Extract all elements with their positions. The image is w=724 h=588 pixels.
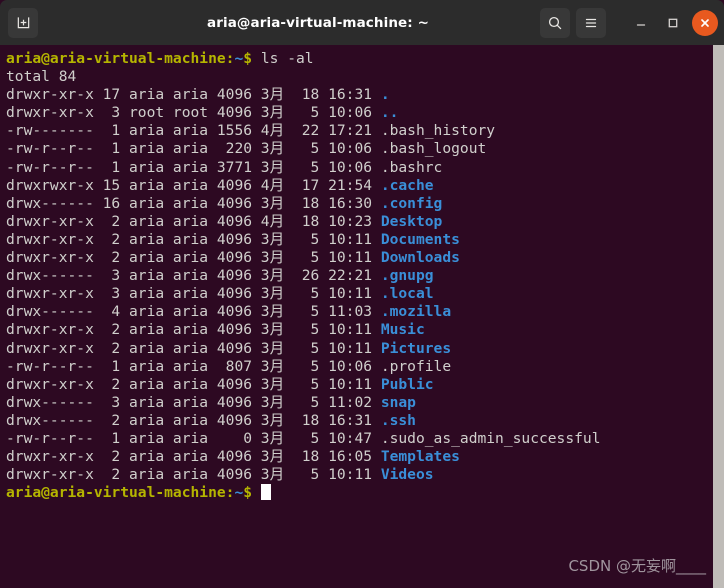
terminal-file-row: -rw-r--r-- 1 aria aria 807 3月 5 10:06 .p… xyxy=(6,357,452,375)
search-icon xyxy=(548,16,562,29)
terminal-file-row: drwxr-xr-x 2 aria aria 4096 4月 18 10:23 … xyxy=(6,212,443,230)
minimize-button[interactable] xyxy=(628,10,654,36)
terminal-file-row: drwx------ 16 aria aria 4096 3月 18 16:30… xyxy=(6,194,443,212)
terminal-file-row: drwxr-xr-x 17 aria aria 4096 3月 18 16:31… xyxy=(6,86,390,104)
terminal-file-row: drwxr-xr-x 2 aria aria 4096 3月 5 10:11 P… xyxy=(6,375,434,393)
terminal-file-row: drwxr-xr-x 2 aria aria 4096 3月 5 10:11 M… xyxy=(6,321,425,339)
terminal-file-row: drwx------ 3 aria aria 4096 3月 5 11:02 s… xyxy=(6,393,416,411)
new-tab-button[interactable] xyxy=(8,7,38,38)
terminal-file-row: drwxr-xr-x 3 aria aria 4096 3月 5 10:11 .… xyxy=(6,285,434,303)
window-title: aria@aria-virtual-machine: ~ xyxy=(207,14,429,31)
maximize-icon xyxy=(668,18,678,27)
window-titlebar: aria@aria-virtual-machine: ~ xyxy=(0,0,724,45)
minimize-icon xyxy=(636,23,646,26)
search-button[interactable] xyxy=(540,7,570,38)
hamburger-menu-icon xyxy=(585,18,597,27)
terminal-file-row: drwxr-xr-x 2 aria aria 4096 3月 18 16:05 … xyxy=(6,448,460,466)
terminal-file-row: drwx------ 2 aria aria 4096 3月 18 16:31 … xyxy=(6,411,416,429)
maximize-button[interactable] xyxy=(660,10,686,36)
terminal-prompt-line[interactable]: aria@aria-virtual-machine:~$ xyxy=(6,484,600,502)
new-tab-icon xyxy=(17,17,29,29)
terminal-file-row: drwxr-xr-x 2 aria aria 4096 3月 5 10:11 D… xyxy=(6,249,460,267)
terminal-file-row: drwxr-xr-x 2 aria aria 4096 3月 5 10:11 V… xyxy=(6,466,434,484)
terminal-file-row: -rw-r--r-- 1 aria aria 220 3月 5 10:06 .b… xyxy=(6,140,487,158)
terminal-file-row: -rw-r--r-- 1 aria aria 0 3月 5 10:47 .sud… xyxy=(6,429,601,447)
terminal-file-row: drwxr-xr-x 2 aria aria 4096 3月 5 10:11 P… xyxy=(6,339,452,357)
terminal-file-row: -rw-r--r-- 1 aria aria 3771 3月 5 10:06 .… xyxy=(6,158,443,176)
terminal-command-line: aria@aria-virtual-machine:~$ ls -al xyxy=(6,50,314,67)
terminal-file-row: drwx------ 4 aria aria 4096 3月 5 11:03 .… xyxy=(6,303,452,321)
close-icon xyxy=(701,18,709,27)
terminal-cursor xyxy=(260,484,271,501)
terminal-total-line: total 84 xyxy=(6,68,77,86)
terminal-file-row: drwxr-xr-x 3 root root 4096 3月 5 10:06 .… xyxy=(6,104,399,122)
terminal-file-row: drwxr-xr-x 2 aria aria 4096 3月 5 10:11 D… xyxy=(6,230,460,248)
terminal-output: aria@aria-virtual-machine:~$ ls -al total… xyxy=(0,45,600,502)
terminal-scrollbar[interactable] xyxy=(713,45,724,588)
menu-button[interactable] xyxy=(576,7,606,38)
terminal-file-row: drwxrwxr-x 15 aria aria 4096 4月 17 21:54… xyxy=(6,176,434,194)
close-button[interactable] xyxy=(692,9,718,36)
watermark-text: CSDN @无妄啊____ xyxy=(568,557,706,575)
terminal-file-row: -rw------- 1 aria aria 1556 4月 22 17:21 … xyxy=(6,122,496,140)
terminal-file-row: drwx------ 3 aria aria 4096 3月 26 22:21 … xyxy=(6,267,434,285)
terminal-window[interactable]: aria@aria-virtual-machine:~$ ls -al total… xyxy=(0,45,724,588)
titlebar-controls xyxy=(540,7,718,38)
